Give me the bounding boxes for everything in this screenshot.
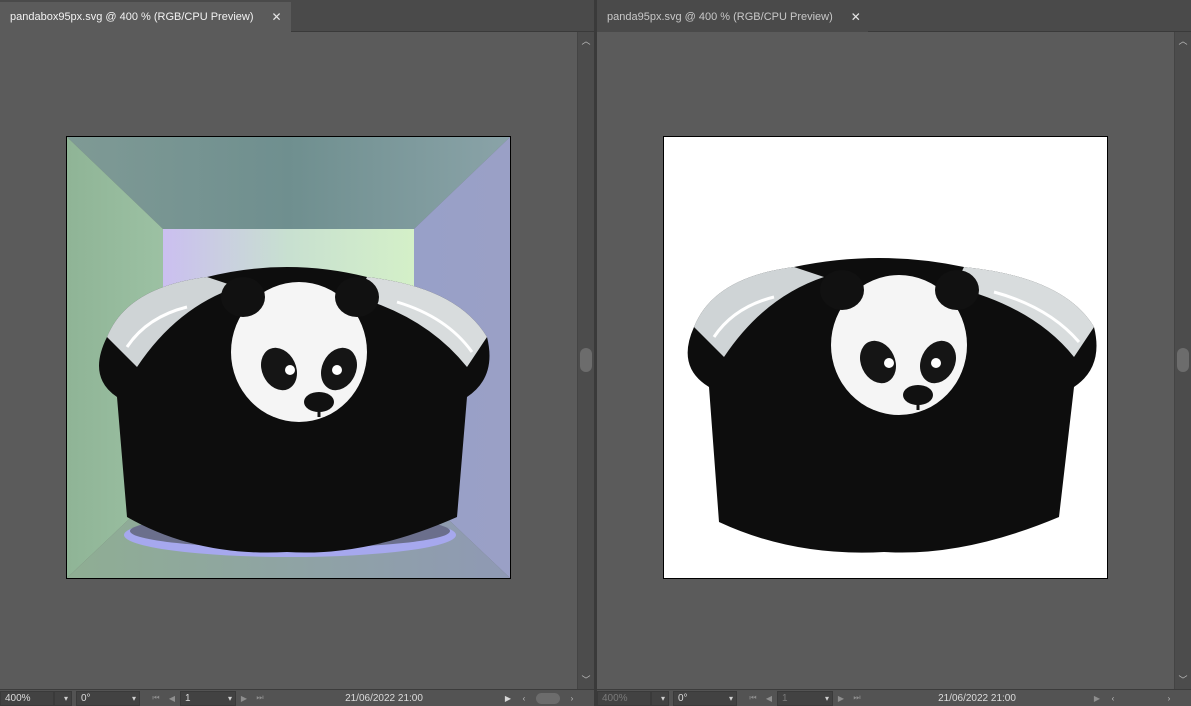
page-value: 1 bbox=[782, 692, 788, 704]
canvas-area[interactable] bbox=[597, 32, 1174, 689]
zoom-field[interactable]: 400% bbox=[597, 690, 651, 706]
status-bar: 400% ▾ 0° ▾ ⏮ ◀ 1 ▾ ▶ ⏭ 21/06/2022 21:00… bbox=[597, 689, 1191, 706]
scroll-left-icon[interactable]: ‹ bbox=[516, 694, 532, 703]
document-window-right: panda95px.svg @ 400 % (RGB/CPU Preview) … bbox=[597, 0, 1191, 706]
panda-artwork bbox=[687, 258, 1097, 553]
panda-figure bbox=[687, 258, 1097, 553]
artboard[interactable] bbox=[66, 136, 511, 579]
scroll-thumb[interactable] bbox=[580, 348, 592, 372]
document-window-left: pandabox95px.svg @ 400 % (RGB/CPU Previe… bbox=[0, 0, 594, 706]
zoom-field[interactable]: 400% bbox=[0, 690, 54, 706]
zoom-value: 400% bbox=[602, 692, 628, 704]
status-date: 21/06/2022 21:00 bbox=[938, 692, 1016, 704]
chevron-down-icon: ▾ bbox=[131, 693, 136, 703]
next-page-icon[interactable]: ▶ bbox=[236, 694, 252, 703]
last-page-icon[interactable]: ⏭ bbox=[252, 693, 268, 703]
tab-bar: panda95px.svg @ 400 % (RGB/CPU Preview) … bbox=[597, 0, 1191, 32]
panda-figure bbox=[99, 267, 490, 553]
play-icon[interactable]: ▶ bbox=[500, 694, 516, 703]
canvas-area[interactable] bbox=[0, 32, 577, 689]
chevron-down-icon[interactable]: ﹀ bbox=[578, 673, 594, 687]
horizontal-scroll-thumb[interactable] bbox=[536, 692, 560, 704]
scroll-right-icon[interactable]: › bbox=[564, 694, 580, 703]
panda-box-artwork bbox=[67, 137, 510, 578]
vertical-scrollbar[interactable]: ︿ ﹀ bbox=[1174, 32, 1191, 689]
chevron-down-icon[interactable]: ﹀ bbox=[1175, 673, 1191, 687]
chevron-up-icon[interactable]: ︿ bbox=[578, 34, 594, 48]
zoom-dropdown[interactable]: ▾ bbox=[651, 690, 669, 706]
status-date: 21/06/2022 21:00 bbox=[345, 692, 423, 704]
rotation-value: 0° bbox=[678, 692, 688, 704]
scroll-right-icon[interactable]: › bbox=[1161, 694, 1177, 703]
prev-page-icon[interactable]: ◀ bbox=[164, 694, 180, 703]
scroll-thumb[interactable] bbox=[1177, 348, 1189, 372]
rotation-field[interactable]: 0° ▾ bbox=[673, 690, 737, 706]
page-field[interactable]: 1 ▾ bbox=[180, 690, 236, 706]
tab-panda[interactable]: panda95px.svg @ 400 % (RGB/CPU Preview) … bbox=[597, 2, 868, 32]
first-page-icon[interactable]: ⏮ bbox=[745, 693, 761, 703]
page-value: 1 bbox=[185, 692, 191, 704]
scroll-left-icon[interactable]: ‹ bbox=[1105, 694, 1121, 703]
tab-title: panda95px.svg @ 400 % (RGB/CPU Preview) bbox=[607, 11, 833, 23]
chevron-down-icon: ▾ bbox=[824, 693, 829, 703]
first-page-icon[interactable]: ⏮ bbox=[148, 693, 164, 703]
next-page-icon[interactable]: ▶ bbox=[833, 694, 849, 703]
artboard[interactable] bbox=[663, 136, 1108, 579]
chevron-up-icon[interactable]: ︿ bbox=[1175, 34, 1191, 48]
page-field[interactable]: 1 ▾ bbox=[777, 690, 833, 706]
zoom-dropdown[interactable]: ▾ bbox=[54, 690, 72, 706]
vertical-scrollbar[interactable]: ︿ ﹀ bbox=[577, 32, 594, 689]
zoom-value: 400% bbox=[5, 692, 31, 704]
tab-bar: pandabox95px.svg @ 400 % (RGB/CPU Previe… bbox=[0, 0, 594, 32]
close-icon[interactable]: ✕ bbox=[851, 10, 861, 24]
prev-page-icon[interactable]: ◀ bbox=[761, 694, 777, 703]
chevron-down-icon: ▾ bbox=[728, 693, 733, 703]
chevron-down-icon: ▾ bbox=[227, 693, 232, 703]
play-icon[interactable]: ▶ bbox=[1089, 694, 1105, 703]
chevron-down-icon: ▾ bbox=[660, 693, 665, 703]
rotation-value: 0° bbox=[81, 692, 91, 704]
tab-title: pandabox95px.svg @ 400 % (RGB/CPU Previe… bbox=[10, 11, 254, 23]
rotation-field[interactable]: 0° ▾ bbox=[76, 690, 140, 706]
chevron-down-icon: ▾ bbox=[63, 693, 68, 703]
close-icon[interactable]: ✕ bbox=[272, 10, 282, 24]
status-bar: 400% ▾ 0° ▾ ⏮ ◀ 1 ▾ ▶ ⏭ 21/06/2022 21:00… bbox=[0, 689, 594, 706]
last-page-icon[interactable]: ⏭ bbox=[849, 693, 865, 703]
tab-pandabox[interactable]: pandabox95px.svg @ 400 % (RGB/CPU Previe… bbox=[0, 2, 291, 32]
